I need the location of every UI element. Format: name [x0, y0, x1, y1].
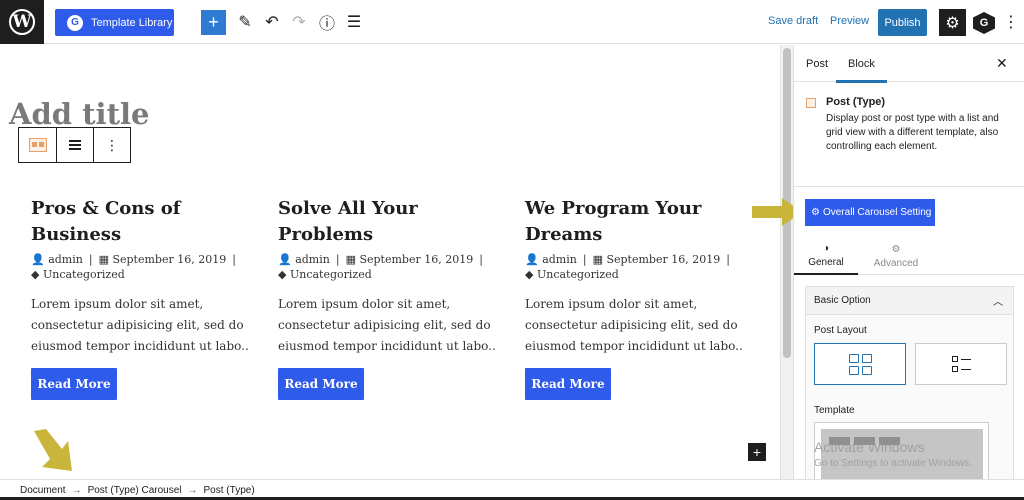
gutenberg-hex-icon[interactable]: G — [973, 12, 995, 34]
post-excerpt: Lorem ipsum dolor sit amet, consectetur … — [278, 297, 496, 353]
tab-advanced[interactable]: ⚙ Advanced — [864, 238, 928, 275]
post-card: Solve All Your Problems 👤 admin | ▦ Septem… — [278, 196, 503, 400]
undo-icon[interactable]: ↶ — [260, 10, 284, 34]
basic-option-title: Basic Option — [814, 295, 871, 306]
template-library-button[interactable]: G Template Library — [55, 9, 174, 36]
publish-button[interactable]: Publish — [878, 9, 927, 36]
template-library-label: Template Library — [91, 16, 173, 29]
author-icon: 👤 — [31, 253, 45, 266]
breadcrumb-document[interactable]: Document — [20, 485, 66, 496]
add-block-button[interactable]: + — [201, 10, 226, 35]
gutenberg-logo-icon: G — [67, 14, 83, 31]
overall-carousel-setting-button[interactable]: ⚙ Overall Carousel Setting — [805, 199, 935, 226]
post-date: September 16, 2019 — [112, 253, 227, 266]
calendar-icon: ▦ — [98, 253, 109, 266]
post-title[interactable]: Solve All Your Problems — [278, 196, 503, 248]
gear-icon: ⚙ — [891, 244, 901, 255]
post-excerpt: Lorem ipsum dolor sit amet, consectetur … — [525, 297, 743, 353]
align-full-icon — [69, 140, 81, 150]
layout-list-option[interactable] — [915, 343, 1007, 385]
layout-grid-option[interactable] — [814, 343, 906, 385]
block-type-switcher[interactable] — [19, 128, 57, 162]
tab-general[interactable]: ◑ General — [794, 238, 858, 275]
tag-icon: ◆ — [31, 268, 40, 281]
chevron-up-icon: ︿ — [993, 297, 1003, 308]
block-toolbar: ⋮ — [18, 127, 131, 163]
post-author[interactable]: admin — [295, 253, 330, 266]
post-category[interactable]: Uncategorized — [43, 268, 125, 281]
inline-add-block-button[interactable]: + — [748, 443, 766, 461]
post-excerpt: Lorem ipsum dolor sit amet, consectetur … — [31, 297, 249, 353]
block-more-options-icon[interactable]: ⋮ — [94, 128, 130, 162]
post-category[interactable]: Uncategorized — [290, 268, 372, 281]
basic-option-header[interactable]: Basic Option ︿ — [806, 287, 1013, 315]
save-draft-button[interactable]: Save draft — [768, 15, 818, 27]
tab-advanced-label: Advanced — [873, 258, 919, 269]
sidebar-tabs: Post Block ✕ — [794, 45, 1024, 83]
block-card-description: Display post or post type with a list an… — [826, 113, 999, 152]
post-card: Pros & Cons of Business 👤 admin | ▦ Septem… — [31, 196, 256, 400]
author-icon: 👤 — [525, 253, 539, 266]
post-meta: 👤 admin | ▦ September 16, 2019 | ◆ Uncatego… — [278, 253, 483, 281]
carousel-setting-label: Overall Carousel Setting — [822, 207, 932, 218]
read-more-button[interactable]: Read More — [278, 368, 364, 400]
list-view-icon[interactable]: ☰ — [342, 10, 366, 34]
post-meta: 👤 admin | ▦ September 16, 2019 | ◆ Uncatego… — [525, 253, 730, 281]
breadcrumb-arrow-icon: → — [71, 484, 82, 496]
post-date: September 16, 2019 — [606, 253, 721, 266]
editor-canvas: Add title ⋮ Pros & Cons of Business 👤 ad… — [0, 45, 780, 479]
close-icon[interactable]: ✕ — [996, 55, 1008, 72]
gear-icon: ⚙ — [811, 207, 820, 218]
post-type-block-icon — [806, 98, 816, 108]
post-meta: 👤 admin | ▦ September 16, 2019 | ◆ Uncatego… — [31, 253, 236, 281]
post-date: September 16, 2019 — [359, 253, 474, 266]
settings-gear-icon[interactable]: ⚙ — [939, 9, 966, 36]
post-type-block-icon — [28, 138, 47, 152]
info-icon[interactable]: ⓘ — [315, 10, 339, 34]
read-more-button[interactable]: Read More — [525, 368, 611, 400]
tab-general-label: General — [808, 257, 844, 268]
breadcrumb-post-type[interactable]: Post (Type) — [204, 485, 255, 496]
block-card: Post (Type) Display post or post type wi… — [794, 82, 1024, 187]
windows-activation-watermark: Activate Windows — [814, 439, 925, 455]
wordpress-icon: W — [9, 9, 35, 35]
inspector-tabs: ◑ General ⚙ Advanced — [794, 238, 1024, 275]
grid-layout-icon — [848, 353, 872, 375]
edit-pen-icon[interactable]: ✎ — [233, 10, 257, 34]
preview-button[interactable]: Preview — [830, 15, 869, 27]
read-more-button[interactable]: Read More — [31, 368, 117, 400]
post-layout-label: Post Layout — [814, 325, 867, 336]
breadcrumb-arrow-icon: → — [187, 484, 198, 496]
tag-icon: ◆ — [278, 268, 287, 281]
post-title[interactable]: We Program Your Dreams — [525, 196, 750, 248]
breadcrumb-carousel[interactable]: Post (Type) Carousel — [88, 485, 182, 496]
post-category[interactable]: Uncategorized — [537, 268, 619, 281]
tab-block[interactable]: Block — [836, 58, 887, 83]
tab-post[interactable]: Post — [806, 58, 828, 70]
annotation-arrow-down-icon — [34, 429, 72, 471]
windows-activation-subtitle: Go to Settings to activate Windows. — [814, 458, 972, 469]
redo-icon[interactable]: ↷ — [287, 10, 311, 34]
calendar-icon: ▦ — [345, 253, 356, 266]
settings-sidebar: Post Block ✕ Post (Type) Display post or… — [793, 45, 1024, 479]
tag-icon: ◆ — [525, 268, 534, 281]
post-card: We Program Your Dreams 👤 admin | ▦ Septemb… — [525, 196, 750, 400]
editor-top-toolbar: W G Template Library + ✎ ↶ ↷ ⓘ ☰ Save dr… — [0, 0, 1024, 44]
align-button[interactable] — [57, 128, 94, 162]
post-author[interactable]: admin — [48, 253, 83, 266]
wordpress-logo-button[interactable]: W — [0, 0, 44, 44]
palette-icon: ◑ — [822, 243, 830, 254]
post-author[interactable]: admin — [542, 253, 577, 266]
post-title-input[interactable]: Add title — [9, 97, 149, 131]
block-card-title: Post (Type) — [826, 96, 886, 108]
post-title[interactable]: Pros & Cons of Business — [31, 196, 256, 248]
calendar-icon: ▦ — [592, 253, 603, 266]
author-icon: 👤 — [278, 253, 292, 266]
more-options-icon[interactable]: ⋮ — [1003, 12, 1019, 32]
template-label: Template — [814, 405, 855, 416]
list-layout-icon — [951, 356, 971, 372]
